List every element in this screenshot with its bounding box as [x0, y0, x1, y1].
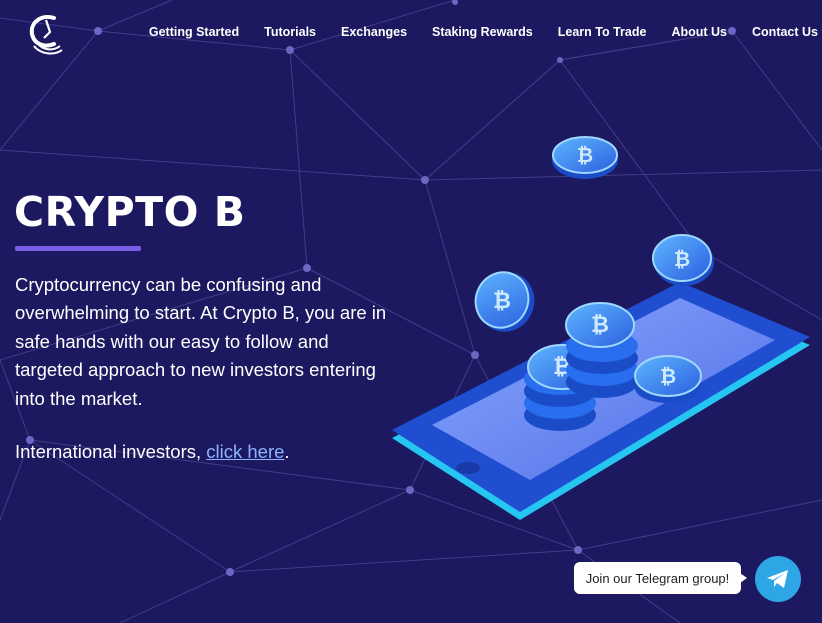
brand-logo-icon[interactable]	[24, 12, 68, 58]
nav-staking-rewards[interactable]: Staking Rewards	[432, 25, 533, 39]
nav-exchanges[interactable]: Exchanges	[341, 25, 407, 39]
hero-title-underline	[15, 246, 141, 251]
nav-contact-us[interactable]: Contact Us	[752, 25, 818, 39]
svg-text:₿: ₿	[591, 313, 609, 338]
international-investors-line: International investors, click here.	[15, 441, 290, 463]
phone-bitcoin-illustration: ₿ ₿ ₿ ₿ ₿ ₿	[392, 136, 810, 520]
nav-about-us[interactable]: About Us	[671, 25, 727, 39]
nav-tutorials[interactable]: Tutorials	[264, 25, 316, 39]
svg-text:₿: ₿	[674, 247, 690, 271]
nav-getting-started[interactable]: Getting Started	[149, 25, 239, 39]
svg-text:₿: ₿	[577, 143, 593, 167]
svg-text:₿: ₿	[493, 289, 511, 314]
intl-suffix: .	[284, 441, 290, 462]
telegram-plane-icon	[767, 570, 788, 588]
main-nav: Getting Started Tutorials Exchanges Stak…	[124, 25, 818, 39]
svg-text:₿: ₿	[660, 364, 676, 388]
telegram-button[interactable]	[755, 556, 801, 602]
nav-learn-to-trade[interactable]: Learn To Trade	[558, 25, 647, 39]
intl-prefix: International investors,	[15, 441, 207, 462]
international-click-here-link[interactable]: click here	[206, 441, 284, 462]
telegram-tooltip[interactable]: Join our Telegram group!	[574, 562, 747, 594]
hero-description: Cryptocurrency can be confusing and over…	[15, 274, 387, 409]
hero-title: CRYPTO B	[14, 188, 246, 236]
